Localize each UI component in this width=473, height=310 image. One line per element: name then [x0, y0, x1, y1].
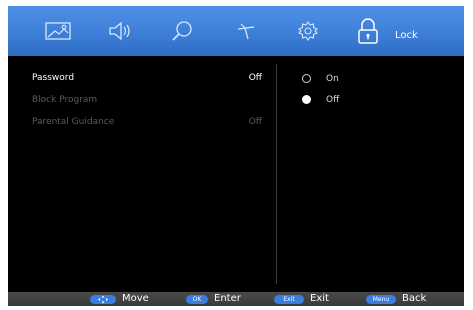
lock-settings-panel: Password Off Block Program Parental Guid…	[8, 56, 464, 292]
search-icon[interactable]	[162, 6, 202, 56]
active-tab-label: Lock	[395, 30, 418, 41]
exit-key-badge: Exit	[274, 294, 304, 304]
option-off[interactable]: Off	[302, 92, 422, 108]
menu-row-password[interactable]: Password Off	[32, 70, 262, 86]
menu-row-value: Off	[248, 73, 262, 83]
option-label: On	[326, 74, 339, 84]
hint-back: Menu Back	[366, 292, 426, 306]
menu-tab-bar: Lock	[8, 6, 464, 56]
menu-key-badge: Menu	[366, 294, 396, 304]
radio-unselected-icon	[302, 74, 311, 83]
hint-exit: Exit Exit	[274, 292, 329, 306]
antenna-icon[interactable]	[226, 6, 266, 56]
key-hint-bar: Move OK Enter Exit Exit Menu Back	[8, 292, 464, 306]
hint-label: Move	[122, 293, 149, 304]
speaker-icon[interactable]	[100, 6, 140, 56]
menu-row-label: Password	[32, 73, 75, 83]
menu-row-parental-guidance[interactable]: Parental Guidance Off	[32, 114, 262, 130]
radio-selected-icon	[302, 95, 311, 104]
ok-key-badge: OK	[186, 294, 208, 304]
option-on[interactable]: On	[302, 71, 422, 87]
menu-row-label: Parental Guidance	[32, 117, 115, 127]
menu-row-label: Block Program	[32, 95, 98, 105]
panel-divider	[276, 64, 277, 284]
picture-icon[interactable]	[38, 6, 78, 56]
dpad-icon	[90, 294, 116, 304]
hint-label: Back	[402, 293, 427, 304]
menu-row-value: Off	[248, 117, 262, 127]
hint-enter: OK Enter	[186, 292, 241, 306]
hint-label: Exit	[310, 293, 329, 304]
menu-row-block-program[interactable]: Block Program	[32, 92, 262, 108]
gear-icon[interactable]	[288, 6, 328, 56]
lock-icon[interactable]	[348, 6, 388, 56]
option-label: Off	[326, 95, 340, 105]
hint-label: Enter	[214, 293, 241, 304]
hint-move: Move	[90, 292, 149, 306]
tv-menu-screen: Lock Password Off Block Program Parental…	[8, 6, 464, 306]
